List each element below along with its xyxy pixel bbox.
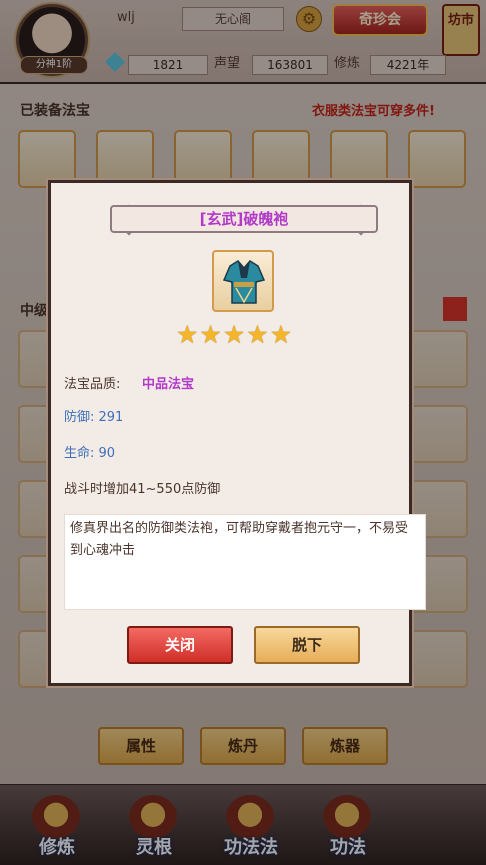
quality-value: 中品法宝 (142, 377, 195, 392)
star-icon: ★ (246, 320, 269, 349)
star-icon: ★ (222, 320, 246, 349)
effect-text: 战斗时增加41~550点防御 (64, 482, 221, 497)
description-text: 修真界出名的防御类法袍，可帮助穿戴者抱元守一，不易受到心魂冲击 (70, 521, 409, 558)
star-icon: ★ (176, 320, 199, 349)
star-icon: ★ (269, 320, 293, 349)
life-stat: 生命: 90 (64, 446, 116, 461)
unequip-button[interactable]: 脱下 (254, 626, 360, 664)
item-icon-frame (212, 250, 274, 312)
star-rating: ★★★★★ (176, 320, 316, 350)
quality-label: 法宝品质: (64, 377, 121, 392)
item-title: [玄武]破魄袍 (199, 210, 289, 228)
defense-stat: 防御: 291 (64, 410, 124, 425)
robe-icon (222, 260, 266, 304)
star-icon: ★ (199, 320, 222, 349)
close-button[interactable]: 关闭 (127, 626, 233, 664)
